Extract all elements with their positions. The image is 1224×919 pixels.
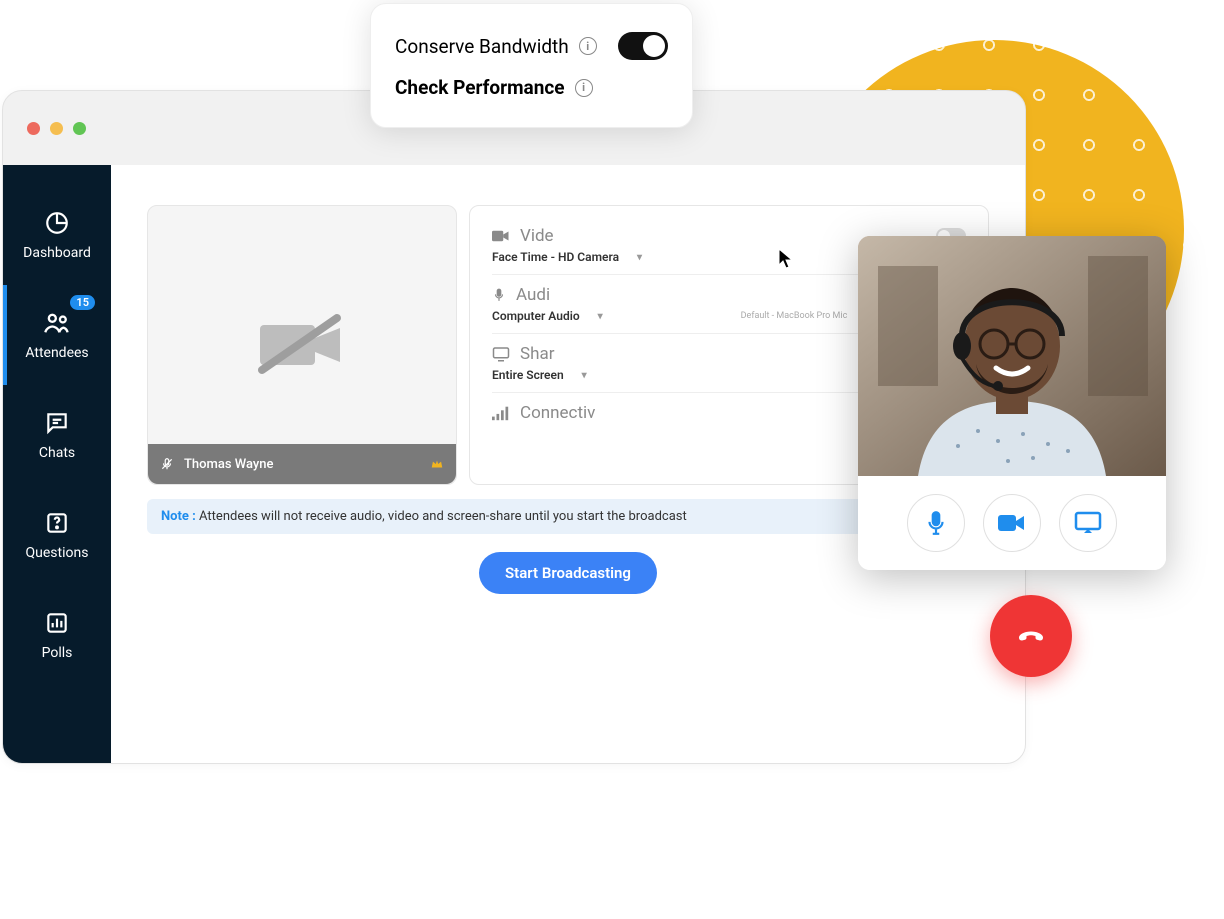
questions-icon [43, 509, 71, 537]
sidebar: Dashboard 15 Attendees Chats Questions [3, 165, 111, 764]
bandwidth-popover: Conserve Bandwidth i Check Performance i [370, 3, 693, 128]
video-source-select[interactable]: Face Time - HD Camera ▾ [492, 250, 642, 264]
sidebar-item-polls[interactable]: Polls [3, 585, 111, 685]
mic-muted-icon [160, 457, 174, 471]
preview-presenter-bar: Thomas Wayne [148, 444, 456, 484]
presenter-camera-card [858, 236, 1166, 570]
video-icon [492, 229, 510, 243]
audio-setting-title: Audi [516, 285, 550, 305]
connectivity-title: Connectiv [520, 403, 595, 423]
signal-icon [492, 405, 510, 421]
sidebar-item-questions[interactable]: Questions [3, 485, 111, 585]
sidebar-item-label: Dashboard [23, 245, 91, 261]
mic-button[interactable] [907, 494, 965, 552]
presenter-name: Thomas Wayne [184, 457, 274, 472]
info-icon[interactable]: i [579, 37, 597, 55]
audio-source-select[interactable]: Computer Audio ▾ Default - MacBook Pro M… [492, 309, 847, 323]
share-source-select[interactable]: Entire Screen ▾ [492, 368, 587, 382]
polls-icon [43, 609, 71, 637]
conserve-bandwidth-toggle[interactable] [618, 32, 668, 60]
camera-button[interactable] [983, 494, 1041, 552]
sidebar-item-dashboard[interactable]: Dashboard [3, 185, 111, 285]
sidebar-item-label: Questions [26, 545, 89, 561]
mic-icon [492, 286, 506, 304]
sidebar-item-label: Attendees [25, 345, 88, 361]
chevron-down-icon: ▾ [637, 252, 642, 263]
conserve-bandwidth-label: Conserve Bandwidth [395, 35, 569, 58]
dashboard-icon [43, 209, 71, 237]
attendees-badge: 15 [70, 295, 95, 310]
start-broadcasting-button[interactable]: Start Broadcasting [479, 552, 657, 594]
video-setting-title: Vide [520, 226, 554, 246]
attendees-icon [43, 309, 71, 337]
cursor-icon [778, 248, 796, 270]
window-close-icon[interactable] [27, 122, 40, 135]
hangup-button[interactable] [990, 595, 1072, 677]
check-performance-label: Check Performance [395, 76, 565, 99]
screen-share-button[interactable] [1059, 494, 1117, 552]
audio-default-hint: Default - MacBook Pro Mic [741, 311, 848, 321]
conserve-bandwidth-row: Conserve Bandwidth i [395, 24, 668, 68]
share-setting-title: Shar [520, 344, 554, 364]
camera-controls [858, 476, 1166, 570]
sidebar-item-label: Chats [39, 445, 75, 461]
sidebar-item-attendees[interactable]: 15 Attendees [3, 285, 111, 385]
sidebar-item-label: Polls [42, 645, 73, 661]
check-performance-row[interactable]: Check Performance i [395, 68, 668, 107]
info-icon[interactable]: i [575, 79, 593, 97]
presenter-video-feed [858, 236, 1166, 476]
camera-off-icon [252, 310, 352, 380]
chevron-down-icon: ▾ [598, 311, 603, 322]
note-label: Note : [161, 509, 196, 524]
video-preview-panel: Thomas Wayne [147, 205, 457, 485]
sidebar-item-chats[interactable]: Chats [3, 385, 111, 485]
host-crown-icon [430, 457, 444, 471]
window-maximize-icon[interactable] [73, 122, 86, 135]
screen-share-icon [492, 346, 510, 362]
chats-icon [43, 409, 71, 437]
note-text: Attendees will not receive audio, video … [196, 509, 687, 524]
window-minimize-icon[interactable] [50, 122, 63, 135]
chevron-down-icon: ▾ [582, 370, 587, 381]
